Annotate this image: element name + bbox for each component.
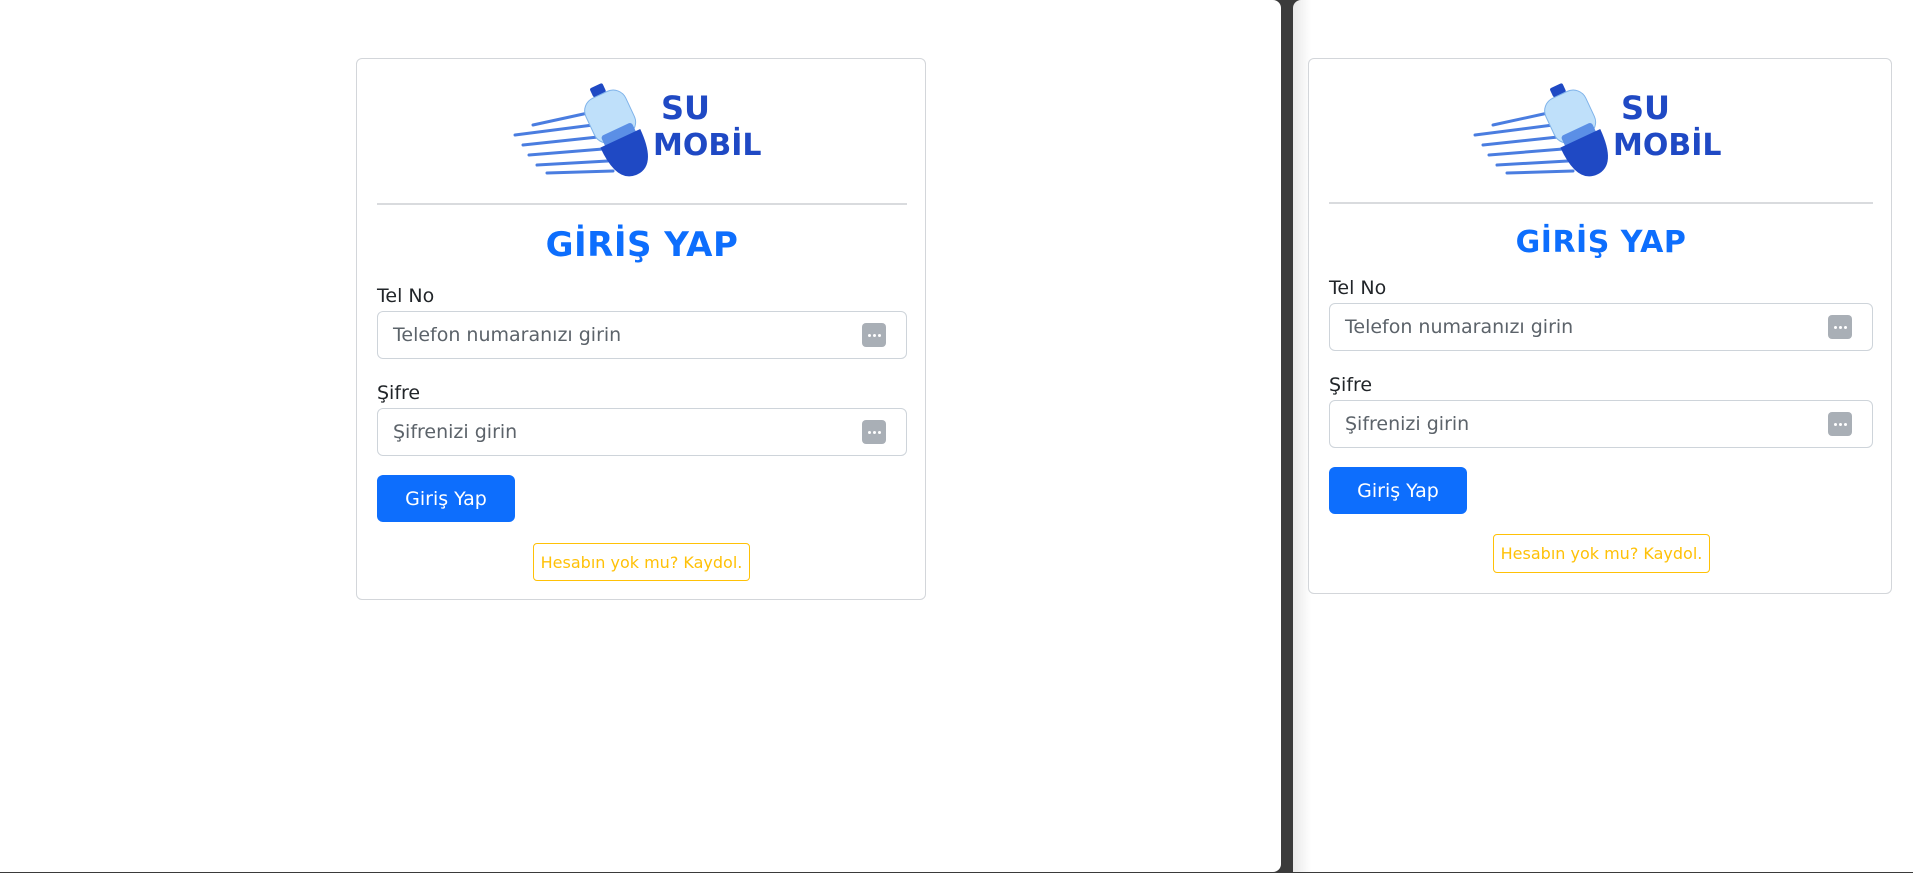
phone-input[interactable]: Telefon numaranızı girin bbox=[1329, 303, 1873, 351]
split-divider[interactable] bbox=[1281, 0, 1293, 873]
water-bottle-icon bbox=[1544, 83, 1608, 177]
divider bbox=[1329, 202, 1873, 204]
password-manager-icon[interactable] bbox=[862, 323, 886, 347]
logo-text-line1: SU bbox=[1621, 89, 1670, 127]
register-link[interactable]: Hesabın yok mu? Kaydol. bbox=[533, 543, 750, 581]
password-placeholder: Şifrenizi girin bbox=[1345, 413, 1470, 435]
su-mobil-logo: SU MOBİL bbox=[513, 83, 762, 177]
su-mobil-logo: SU MOBİL bbox=[1473, 83, 1722, 177]
login-button[interactable]: Giriş Yap bbox=[1329, 467, 1467, 514]
logo-text-line2: MOBİL bbox=[1613, 127, 1722, 163]
password-manager-icon[interactable] bbox=[862, 420, 886, 444]
phone-input[interactable]: Telefon numaranızı girin bbox=[377, 311, 907, 359]
phone-placeholder: Telefon numaranızı girin bbox=[1345, 316, 1574, 338]
water-bottle-icon bbox=[584, 83, 648, 177]
login-card: SU MOBİL GİRİŞ YAP Tel No Telefon numara… bbox=[1308, 58, 1892, 594]
logo-text-line2: MOBİL bbox=[653, 127, 762, 163]
page-title: GİRİŞ YAP bbox=[1515, 225, 1687, 260]
divider bbox=[377, 203, 907, 205]
phone-placeholder: Telefon numaranızı girin bbox=[393, 324, 622, 346]
phone-label: Tel No bbox=[377, 285, 435, 307]
page-title: GİRİŞ YAP bbox=[545, 225, 739, 265]
phone-label: Tel No bbox=[1329, 277, 1387, 299]
browser-window-right: SU MOBİL GİRİŞ YAP Tel No Telefon numara… bbox=[1293, 0, 1913, 872]
password-input[interactable]: Şifrenizi girin bbox=[1329, 400, 1873, 448]
password-placeholder: Şifrenizi girin bbox=[393, 421, 518, 443]
password-manager-icon[interactable] bbox=[1828, 412, 1852, 436]
password-input[interactable]: Şifrenizi girin bbox=[377, 408, 907, 456]
logo-text-line1: SU bbox=[661, 89, 710, 127]
browser-window-left: SU MOBİL GİRİŞ YAP Tel No Telefon numara… bbox=[0, 0, 1281, 872]
password-label: Şifre bbox=[1329, 374, 1373, 396]
password-label: Şifre bbox=[377, 382, 421, 404]
login-button[interactable]: Giriş Yap bbox=[377, 475, 515, 522]
password-manager-icon[interactable] bbox=[1828, 315, 1852, 339]
register-link[interactable]: Hesabın yok mu? Kaydol. bbox=[1493, 534, 1710, 573]
login-card: SU MOBİL GİRİŞ YAP Tel No Telefon numara… bbox=[356, 58, 926, 600]
